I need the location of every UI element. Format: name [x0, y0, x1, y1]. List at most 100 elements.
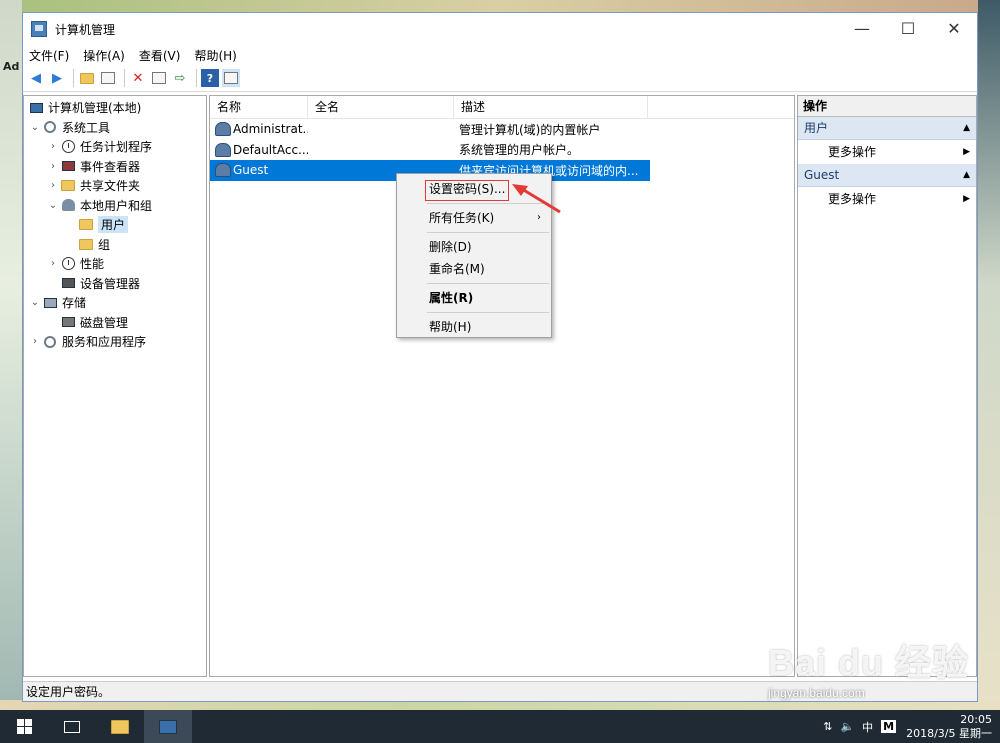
- title-bar[interactable]: 计算机管理 — ☐ ✕: [23, 13, 977, 45]
- baidu-watermark: Bai du 经验 jingyan.baidu.com: [768, 642, 970, 700]
- menu-separator: [427, 312, 549, 313]
- menu-item-properties[interactable]: 属性(R): [397, 287, 551, 309]
- tree-item-task-scheduler[interactable]: › 任务计划程序: [24, 137, 206, 157]
- chevron-right-icon[interactable]: ›: [46, 180, 60, 191]
- folder-icon: [78, 237, 94, 251]
- menu-separator: [427, 232, 549, 233]
- actions-more-users[interactable]: 更多操作 ▶: [798, 140, 976, 164]
- submenu-arrow-icon: ▶: [963, 194, 970, 204]
- show-action-pane-icon[interactable]: [222, 69, 240, 87]
- tree-item-performance[interactable]: › 性能: [24, 254, 206, 274]
- submenu-arrow-icon: ▶: [963, 147, 970, 157]
- chevron-right-icon[interactable]: ›: [28, 336, 42, 347]
- storage-icon: [42, 296, 58, 310]
- menu-bar: 文件(F) 操作(A) 查看(V) 帮助(H): [23, 45, 977, 65]
- window-title: 计算机管理: [55, 22, 116, 37]
- folder-icon: [78, 218, 94, 232]
- collapse-icon[interactable]: ▲: [963, 117, 970, 139]
- help-icon[interactable]: ?: [201, 69, 219, 87]
- event-viewer-icon: [60, 159, 76, 173]
- task-view-icon[interactable]: [48, 710, 96, 743]
- up-folder-icon[interactable]: [78, 69, 96, 87]
- menu-item-rename[interactable]: 重命名(M): [397, 258, 551, 280]
- menu-file[interactable]: 文件(F): [29, 47, 69, 64]
- start-button[interactable]: [0, 710, 48, 743]
- device-manager-icon: [60, 276, 76, 290]
- desktop-wallpaper-top: [0, 0, 1000, 12]
- menu-help[interactable]: 帮助(H): [194, 47, 236, 64]
- user-icon: [215, 142, 231, 157]
- list-header: 名称 全名 描述: [210, 96, 794, 119]
- chevron-right-icon[interactable]: ›: [46, 141, 60, 152]
- export-list-icon[interactable]: ⇨: [171, 69, 189, 87]
- desktop-icon-label[interactable]: Ad: [3, 60, 19, 73]
- chevron-down-icon[interactable]: ⌄: [28, 122, 42, 133]
- back-icon[interactable]: ◀: [27, 69, 45, 87]
- tree-item-device-manager[interactable]: 设备管理器: [24, 274, 206, 294]
- navigation-tree: 计算机管理(本地) ⌄ 系统工具 › 任务计划程序 › 事件查看器 › 共享文件…: [23, 95, 207, 677]
- actions-section-users[interactable]: 用户 ▲: [798, 117, 976, 140]
- toolbar-separator: [73, 69, 74, 87]
- computer-management-icon: [28, 101, 44, 115]
- clock-icon: [60, 140, 76, 154]
- file-explorer-icon[interactable]: [96, 710, 144, 743]
- toolbar-separator: [196, 69, 197, 87]
- computer-management-icon: [31, 21, 47, 37]
- tree-item-system-tools[interactable]: ⌄ 系统工具: [24, 118, 206, 138]
- close-button[interactable]: ✕: [931, 13, 977, 43]
- table-row-defaultaccount[interactable]: DefaultAcc... 系统管理的用户帐户。: [210, 140, 794, 161]
- computer-management-taskbar-icon[interactable]: [144, 710, 192, 743]
- desktop-wallpaper-right: [978, 0, 1000, 710]
- tree-item-users[interactable]: 用户: [24, 215, 206, 235]
- annotation-highlight-box: [425, 180, 509, 201]
- shared-folder-icon: [60, 179, 76, 193]
- system-tray: ⇅ 🔈 中 M 20:05 2018/3/5 星期一: [815, 710, 992, 743]
- tree-item-computer-management[interactable]: 计算机管理(本地): [24, 98, 206, 118]
- tree-item-shared-folders[interactable]: › 共享文件夹: [24, 176, 206, 196]
- tree-item-local-users-groups[interactable]: ⌄ 本地用户和组: [24, 196, 206, 216]
- column-header-name[interactable]: 名称: [210, 96, 308, 118]
- actions-section-guest[interactable]: Guest ▲: [798, 164, 976, 187]
- maximize-button[interactable]: ☐: [885, 13, 931, 43]
- ime-mode-indicator[interactable]: M: [881, 720, 897, 733]
- tools-icon: [42, 120, 58, 134]
- column-header-fullname[interactable]: 全名: [308, 96, 454, 118]
- actions-title: 操作: [798, 96, 976, 117]
- menu-action[interactable]: 操作(A): [83, 47, 125, 64]
- volume-icon[interactable]: 🔈: [840, 720, 854, 733]
- actions-more-guest[interactable]: 更多操作 ▶: [798, 187, 976, 211]
- minimize-button[interactable]: —: [839, 13, 885, 43]
- show-hide-tree-icon[interactable]: [99, 69, 117, 87]
- chevron-down-icon[interactable]: ⌄: [46, 200, 60, 211]
- users-group-icon: [60, 198, 76, 212]
- taskbar: ⇅ 🔈 中 M 20:05 2018/3/5 星期一: [0, 710, 1000, 743]
- delete-icon[interactable]: ✕: [129, 69, 147, 87]
- toolbar: ◀ ▶ ✕ ⇨ ?: [23, 65, 977, 92]
- annotation-arrow-icon: [512, 184, 561, 214]
- column-header-description[interactable]: 描述: [454, 96, 648, 118]
- table-row-administrator[interactable]: Administrat... 管理计算机(域)的内置帐户: [210, 119, 794, 140]
- toolbar-separator: [124, 69, 125, 87]
- ime-indicator[interactable]: 中: [862, 719, 873, 735]
- user-icon: [215, 163, 231, 178]
- actions-pane: 操作 用户 ▲ 更多操作 ▶ Guest ▲ 更多操作 ▶: [797, 95, 977, 677]
- menu-view[interactable]: 查看(V): [139, 47, 181, 64]
- tree-item-services-applications[interactable]: › 服务和应用程序: [24, 332, 206, 352]
- tree-item-disk-management[interactable]: 磁盘管理: [24, 313, 206, 333]
- forward-icon[interactable]: ▶: [48, 69, 66, 87]
- menu-separator: [427, 283, 549, 284]
- tree-item-event-viewer[interactable]: › 事件查看器: [24, 157, 206, 177]
- computer-management-window: 计算机管理 — ☐ ✕ 文件(F) 操作(A) 查看(V) 帮助(H) ◀ ▶ …: [22, 12, 978, 702]
- menu-item-help[interactable]: 帮助(H): [397, 316, 551, 338]
- tree-item-storage[interactable]: ⌄ 存储: [24, 293, 206, 313]
- windows-logo-icon: [16, 719, 32, 734]
- collapse-icon[interactable]: ▲: [963, 164, 970, 186]
- menu-item-delete[interactable]: 删除(D): [397, 236, 551, 258]
- chevron-right-icon[interactable]: ›: [46, 258, 60, 269]
- network-icon[interactable]: ⇅: [823, 720, 832, 733]
- chevron-down-icon[interactable]: ⌄: [28, 297, 42, 308]
- chevron-right-icon[interactable]: ›: [46, 161, 60, 172]
- taskbar-clock[interactable]: 20:05 2018/3/5 星期一: [906, 713, 992, 741]
- tree-item-groups[interactable]: 组: [24, 235, 206, 255]
- properties-icon[interactable]: [150, 69, 168, 87]
